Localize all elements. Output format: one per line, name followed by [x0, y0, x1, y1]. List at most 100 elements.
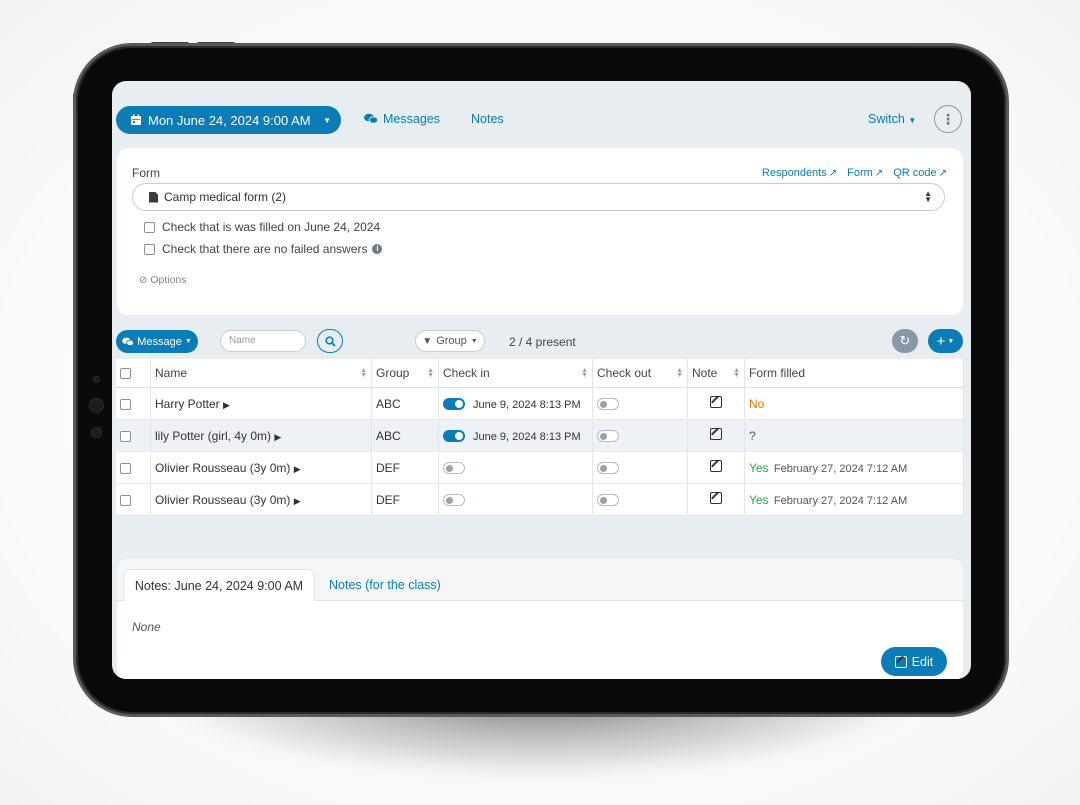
- more-menu-button[interactable]: ⋮: [934, 105, 962, 133]
- chevron-down-icon: ▼: [323, 115, 331, 125]
- name-cell[interactable]: Olivier Rousseau (3y 0m) ▶: [150, 451, 372, 484]
- calendar-icon: [131, 114, 141, 125]
- qr-code-label: QR code: [893, 167, 937, 179]
- check-no-failed-label: Check that there are no failed answers: [162, 242, 368, 256]
- column-header-form-filled[interactable]: Form filled: [744, 359, 964, 388]
- form-status: Yes: [749, 492, 769, 507]
- tab-notes-class[interactable]: Notes (for the class): [329, 578, 441, 592]
- column-header-group[interactable]: Group ▲ ▼: [371, 359, 439, 388]
- messages-link[interactable]: Messages: [364, 112, 440, 126]
- kebab-icon: ⋮: [941, 110, 955, 127]
- notes-link[interactable]: Notes: [471, 112, 504, 126]
- check-in-time: June 9, 2024 8:13 PM: [473, 430, 581, 443]
- row-checkbox[interactable]: [120, 494, 131, 506]
- message-label: Message: [137, 335, 182, 348]
- sort-icon: ▲ ▼: [581, 367, 588, 379]
- check-in-toggle[interactable]: [443, 398, 465, 411]
- tab-notes-date[interactable]: Notes: June 24, 2024 9:00 AM: [123, 569, 315, 601]
- edit-icon: [894, 655, 907, 668]
- check-out-toggle[interactable]: [597, 398, 619, 411]
- check-in-cell: June 9, 2024 8:13 PM: [438, 419, 593, 452]
- notes-panel: Notes: June 24, 2024 9:00 AM Notes (for …: [117, 559, 963, 679]
- filter-icon: ▼: [422, 335, 433, 347]
- edit-note-icon[interactable]: [710, 492, 722, 504]
- table-row: Olivier Rousseau (3y 0m) ▶ DEF Yes Febru…: [116, 451, 964, 484]
- name-cell[interactable]: Olivier Rousseau (3y 0m) ▶: [150, 483, 372, 516]
- caret-right-icon[interactable]: ▶: [223, 400, 230, 410]
- form-link[interactable]: Form ↗: [847, 167, 883, 179]
- check-out-toggle[interactable]: [597, 494, 619, 507]
- switch-label: Switch: [868, 112, 905, 126]
- group-cell: DEF: [371, 451, 439, 484]
- check-out-toggle[interactable]: [597, 430, 619, 443]
- name-cell[interactable]: Harry Potter ▶: [150, 387, 372, 420]
- date-selector-button[interactable]: Mon June 24, 2024 9:00 AM ▼: [116, 106, 341, 134]
- message-button[interactable]: Message ▼: [116, 330, 198, 353]
- check-out-toggle[interactable]: [597, 462, 619, 475]
- check-filled-checkbox[interactable]: [144, 221, 155, 233]
- edit-note-icon[interactable]: [710, 428, 722, 440]
- check-out-cell: [592, 387, 688, 420]
- chevron-down-icon: ▼: [470, 337, 478, 345]
- camera-icon: [89, 398, 104, 413]
- column-header-check-in[interactable]: Check in ▲ ▼: [438, 359, 593, 388]
- comments-icon: [122, 337, 135, 346]
- table-row: Olivier Rousseau (3y 0m) ▶ DEF Yes Febru…: [116, 483, 964, 516]
- row-checkbox[interactable]: [120, 430, 131, 442]
- column-header-note[interactable]: Note ▲ ▼: [687, 359, 745, 388]
- row-checkbox[interactable]: [120, 398, 131, 410]
- search-button[interactable]: [317, 329, 343, 353]
- edit-notes-button[interactable]: Edit: [881, 647, 947, 676]
- name-cell[interactable]: lily Potter (girl, 4y 0m) ▶: [150, 419, 372, 452]
- date-label: Mon June 24, 2024 9:00 AM: [148, 112, 311, 128]
- edit-note-icon[interactable]: [710, 396, 722, 408]
- options-label: Options: [150, 274, 187, 286]
- caret-right-icon[interactable]: ▶: [274, 432, 281, 442]
- form-link-label: Form: [847, 167, 873, 179]
- check-in-toggle[interactable]: [443, 462, 465, 475]
- check-in-toggle[interactable]: [443, 430, 465, 443]
- note-cell: [687, 483, 745, 516]
- qr-code-link[interactable]: QR code ↗: [893, 167, 947, 179]
- check-out-cell: [592, 451, 688, 484]
- caret-right-icon[interactable]: ▶: [294, 464, 301, 474]
- check-no-failed-row[interactable]: Check that there are no failed answers i: [144, 242, 383, 256]
- chevron-down-icon: ▼: [947, 337, 955, 345]
- respondents-link[interactable]: Respondents ↗: [762, 167, 837, 179]
- column-header-check-out[interactable]: Check out ▲ ▼: [592, 359, 688, 388]
- form-status: ?: [749, 428, 756, 443]
- file-icon: [149, 191, 158, 203]
- check-filled-row[interactable]: Check that is was filled on June 24, 202…: [144, 220, 380, 234]
- switch-dropdown[interactable]: Switch ▼: [868, 112, 916, 126]
- form-filled-cell: ?: [744, 419, 964, 452]
- child-name: Harry Potter: [155, 396, 220, 411]
- row-select-cell: [116, 419, 151, 452]
- select-all-checkbox[interactable]: [120, 368, 131, 380]
- group-cell: DEF: [371, 483, 439, 516]
- row-checkbox[interactable]: [120, 462, 131, 474]
- check-in-cell: [438, 483, 593, 516]
- column-header-name[interactable]: Name ▲ ▼: [150, 359, 372, 388]
- group-filter-button[interactable]: ▼ Group ▼: [415, 330, 485, 352]
- external-link-icon: ↗: [938, 168, 947, 179]
- refresh-icon: ↻: [899, 333, 911, 348]
- eye-slash-icon: ⊘: [139, 275, 148, 286]
- caret-right-icon[interactable]: ▶: [294, 496, 301, 506]
- check-in-toggle[interactable]: [443, 494, 465, 507]
- check-out-cell: [592, 483, 688, 516]
- form-select[interactable]: Camp medical form (2) ▲ ▼: [132, 183, 945, 211]
- name-search-input[interactable]: Name: [220, 330, 306, 352]
- info-icon[interactable]: i: [372, 244, 383, 254]
- check-no-failed-checkbox[interactable]: [144, 243, 155, 255]
- note-cell: [687, 419, 745, 452]
- edit-note-icon[interactable]: [710, 460, 722, 472]
- row-select-cell: [116, 483, 151, 516]
- refresh-button[interactable]: ↻: [892, 329, 918, 353]
- add-button[interactable]: + ▼: [928, 329, 963, 353]
- form-filled-cell: Yes February 27, 2024 7:12 AM: [744, 451, 964, 484]
- check-in-cell: June 9, 2024 8:13 PM: [438, 387, 593, 420]
- sort-icon: ▲ ▼: [360, 367, 367, 379]
- form-links: Respondents ↗ Form ↗ QR code ↗: [762, 167, 947, 179]
- column-label: Check in: [443, 366, 490, 380]
- options-toggle[interactable]: ⊘ Options: [139, 274, 187, 286]
